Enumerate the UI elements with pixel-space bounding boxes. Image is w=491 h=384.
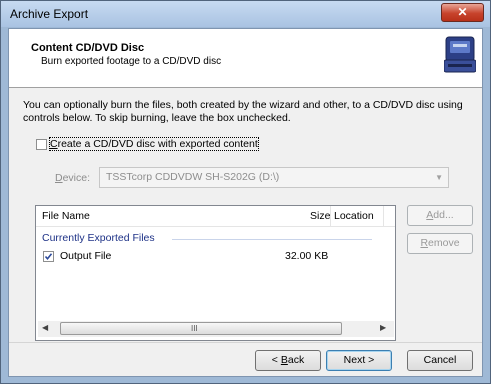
horizontal-scrollbar[interactable]: ◀ III ▶ [38,321,394,337]
column-divider[interactable] [330,206,331,226]
mnemonic-b: B [280,354,288,366]
list-header: File Name Size Location [36,206,395,227]
scroll-left-icon[interactable]: ◀ [42,323,48,332]
scrollbar-thumb[interactable]: III [60,322,342,335]
file-size-cell: 32.00 KB [285,250,329,262]
add-button[interactable]: Add... [407,205,473,226]
scrollbar-grip: III [191,324,198,333]
device-dropdown-value: TSSTcorp CDDVDW SH-S202G (D:\) [106,171,280,183]
wizard-header: Content CD/DVD Disc Burn exported footag… [9,29,482,88]
mnemonic-d: D [55,172,63,184]
back-prefix: < [271,354,281,366]
device-label: Device: [55,172,90,184]
footer-divider [9,342,482,343]
group-divider [172,239,372,240]
file-name-cell: Output File [60,250,112,262]
add-button-text: dd... [433,209,454,221]
scroll-right-icon[interactable]: ▶ [380,323,386,332]
column-location[interactable]: Location [334,210,374,222]
close-icon: ✕ [457,5,468,19]
output-file-checkbox[interactable] [43,251,54,262]
burn-disc-checkbox-label[interactable]: Create a CD/DVD disc with exported conte… [49,137,259,151]
back-button-text: ack [287,354,305,366]
page-subtitle: Burn exported footage to a CD/DVD disc [41,56,222,67]
page-title: Content CD/DVD Disc [31,42,145,54]
cancel-button[interactable]: Cancel [407,350,473,371]
burn-disc-checkbox[interactable] [36,139,47,150]
wizard-client-area: Content CD/DVD Disc Burn exported footag… [8,28,483,377]
title-bar[interactable]: Archive Export ✕ [1,1,490,27]
back-button[interactable]: < Back [255,350,321,371]
device-dropdown[interactable]: TSSTcorp CDDVDW SH-S202G (D:\) ▼ [99,167,449,188]
disc-burner-icon [444,36,476,73]
close-button[interactable]: ✕ [441,3,484,22]
column-size[interactable]: Size [310,210,330,222]
exported-files-list[interactable]: File Name Size Location Currently Export… [35,205,396,341]
remove-button-text: emove [428,237,460,249]
group-header-exported: Currently Exported Files [42,232,155,244]
column-file-name[interactable]: File Name [42,210,90,222]
chevron-down-icon: ▼ [435,173,443,182]
burn-disc-label-text: reate a CD/DVD disc with exported conten… [57,138,258,150]
column-divider[interactable] [383,206,384,226]
window-title: Archive Export [10,7,89,21]
remove-button[interactable]: Remove [407,233,473,254]
checkmark-icon [44,253,53,261]
mnemonic-r: R [420,237,429,249]
mnemonic-c: C [50,138,58,150]
next-button[interactable]: Next > [326,350,392,371]
device-label-text: evice: [62,172,91,184]
instructions-text: You can optionally burn the files, both … [23,99,463,124]
archive-export-window: Archive Export ✕ Content CD/DVD Disc Bur… [0,0,491,384]
